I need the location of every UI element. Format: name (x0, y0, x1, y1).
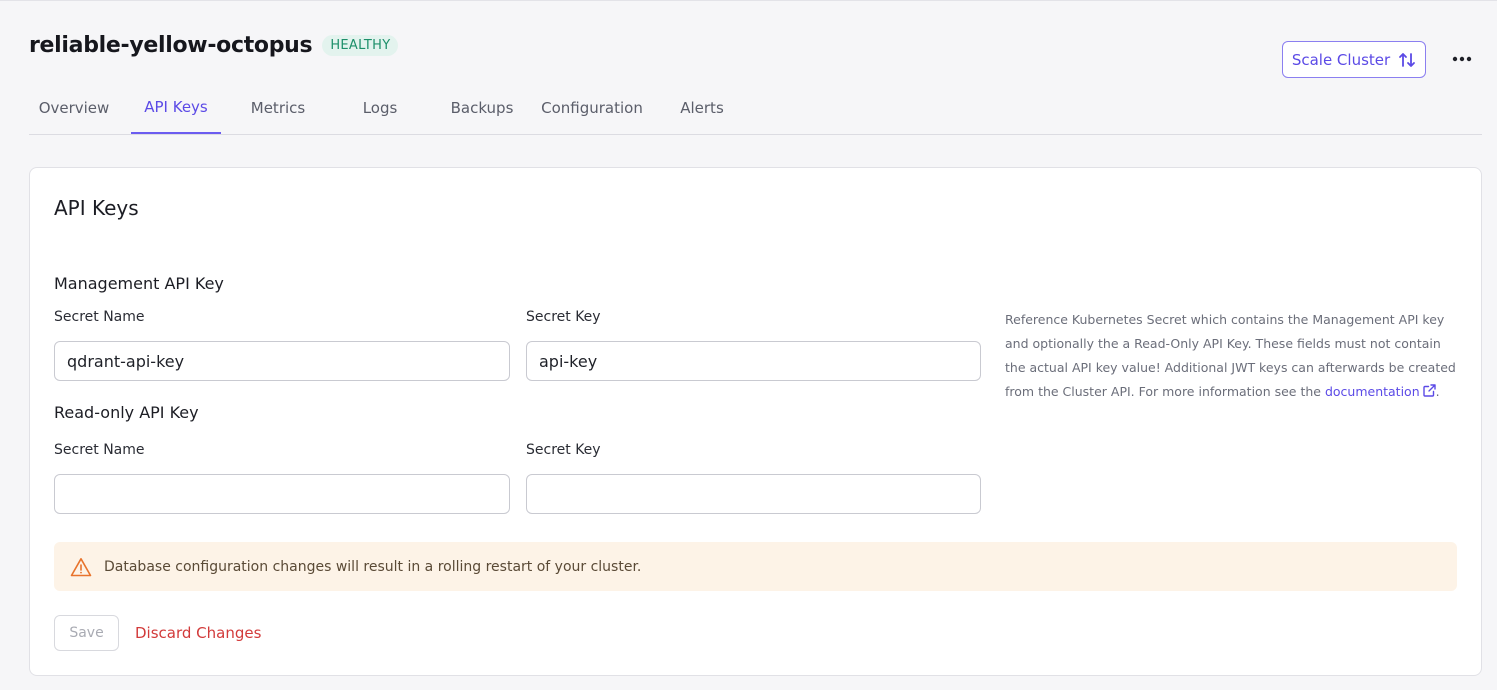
more-horizontal-icon (1452, 56, 1472, 62)
management-section-title: Management API Key (54, 274, 224, 293)
tab-metrics[interactable]: Metrics (233, 83, 323, 134)
documentation-link[interactable]: documentation (1325, 384, 1436, 399)
tab-overview[interactable]: Overview (29, 83, 119, 134)
save-button[interactable]: Save (54, 615, 119, 651)
tab-api-keys[interactable]: API Keys (131, 83, 221, 134)
readonly-secret-name-input[interactable] (54, 474, 510, 514)
tab-logs[interactable]: Logs (335, 83, 425, 134)
management-secret-name-input[interactable] (54, 341, 510, 381)
scale-cluster-button[interactable]: Scale Cluster (1282, 41, 1426, 78)
readonly-secret-name-label: Secret Name (54, 442, 145, 458)
readonly-section-title: Read-only API Key (54, 403, 199, 422)
cluster-header: reliable-yellow-octopus HEALTHY (29, 33, 399, 58)
management-secret-key-label: Secret Key (526, 309, 601, 325)
discard-changes-button[interactable]: Discard Changes (135, 615, 261, 651)
arrows-up-down-icon (1399, 52, 1416, 67)
tab-configuration[interactable]: Configuration (539, 83, 645, 134)
management-secret-key-input[interactable] (526, 341, 981, 381)
scale-cluster-label: Scale Cluster (1291, 50, 1391, 69)
more-options-button[interactable] (1448, 48, 1476, 70)
help-text-suffix: . (1435, 384, 1440, 399)
documentation-link-label: documentation (1324, 384, 1420, 399)
external-link-icon (1422, 384, 1436, 397)
warning-text: Database configuration changes will resu… (104, 558, 642, 575)
warning-triangle-icon (70, 557, 92, 576)
restart-warning: Database configuration changes will resu… (54, 542, 1457, 591)
management-secret-name-label: Secret Name (54, 309, 145, 325)
status-badge: HEALTHY (322, 35, 399, 56)
card-title: API Keys (54, 196, 139, 220)
tab-backups[interactable]: Backups (437, 83, 527, 134)
readonly-secret-key-label: Secret Key (526, 442, 601, 458)
tab-alerts[interactable]: Alerts (657, 83, 747, 134)
cluster-name: reliable-yellow-octopus (29, 33, 313, 58)
api-keys-card: API Keys Management API Key Secret Name … (29, 167, 1482, 676)
tab-bar: Overview API Keys Metrics Logs Backups C… (29, 83, 1482, 135)
help-text: Reference Kubernetes Secret which contai… (1005, 308, 1465, 404)
readonly-secret-key-input[interactable] (526, 474, 981, 514)
